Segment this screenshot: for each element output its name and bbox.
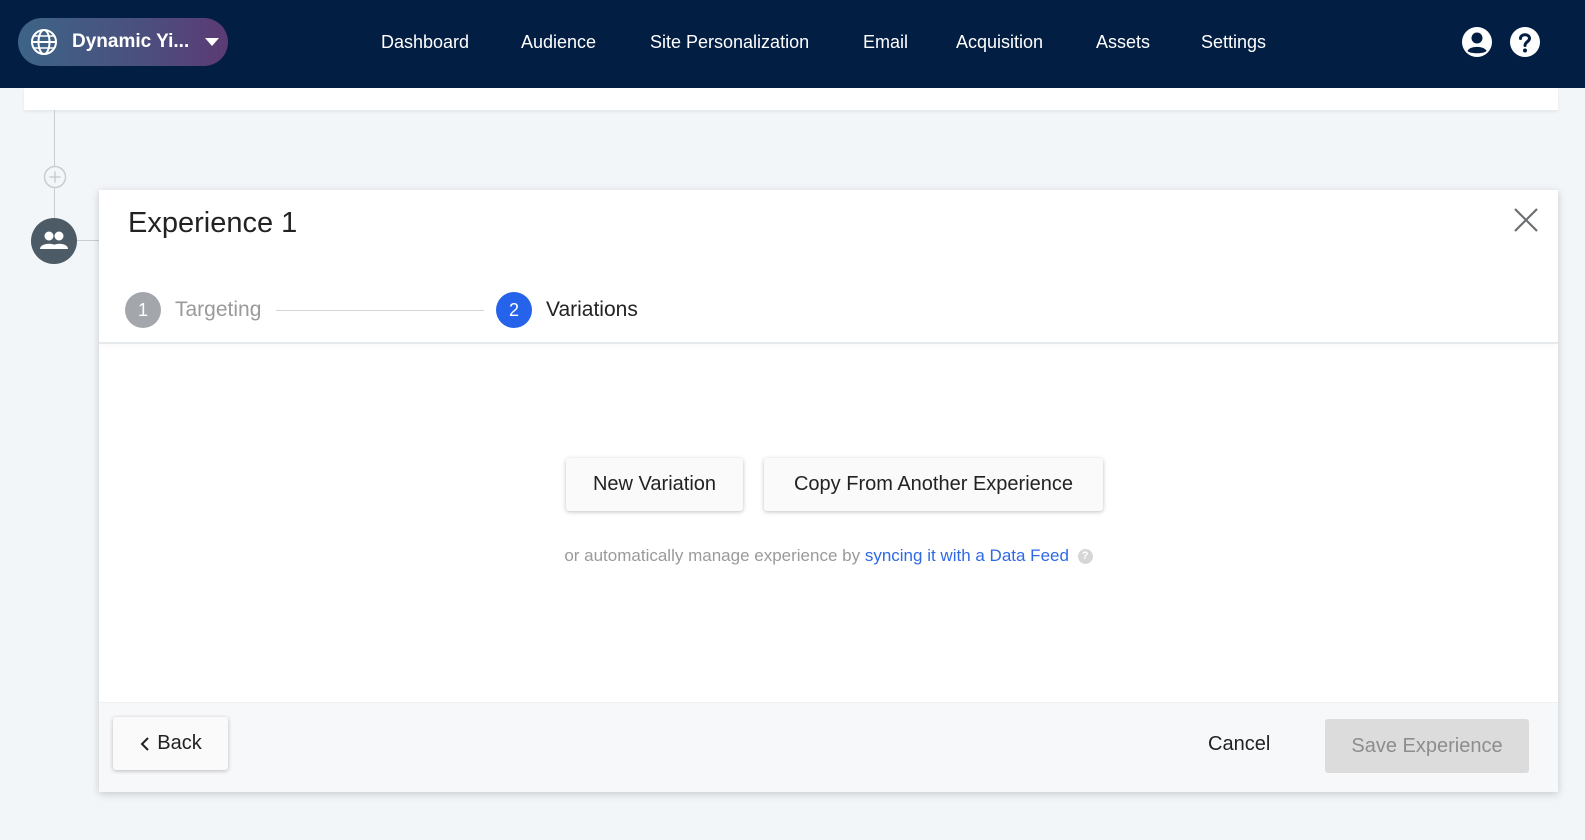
site-name: Dynamic Yi... [72,31,190,52]
nav-audience[interactable]: Audience [521,32,596,53]
back-button[interactable]: Back [113,717,228,770]
copy-from-experience-button[interactable]: Copy From Another Experience [764,458,1103,511]
nav-dashboard[interactable]: Dashboard [381,32,469,53]
save-experience-button[interactable]: Save Experience [1325,719,1529,773]
modal-title: Experience 1 [128,207,298,239]
nav-acquisition[interactable]: Acquisition [956,32,1043,53]
nav-site-personalization[interactable]: Site Personalization [650,32,809,53]
step-2-label[interactable]: Variations [546,298,638,322]
help-icon[interactable] [1509,26,1541,58]
step-connector [276,310,484,311]
step-2-circle[interactable]: 2 [496,292,532,328]
plus-circle-icon[interactable] [43,165,67,189]
helper-text: or automatically manage experience by [564,546,861,565]
close-icon[interactable] [1512,206,1540,234]
site-selector[interactable]: Dynamic Yi... [18,18,228,66]
nav-settings[interactable]: Settings [1201,32,1266,53]
nav-assets[interactable]: Assets [1096,32,1150,53]
chevron-left-icon [140,736,149,751]
background-card [24,88,1558,110]
globe-icon [31,29,57,55]
back-button-label: Back [157,732,202,754]
top-navigation-bar: Dynamic Yi... Dashboard Audience Site Pe… [0,0,1585,88]
stepper: 1 Targeting 2 Variations [125,292,725,328]
question-icon[interactable]: ? [1077,549,1093,565]
data-feed-helper: or automatically manage experience by sy… [99,546,1558,566]
users-icon [40,231,68,249]
cancel-button[interactable]: Cancel [1208,733,1270,756]
experience-modal: Experience 1 1 Targeting 2 Variations Ne… [99,190,1558,792]
chevron-down-icon [205,38,220,46]
modal-footer: Back Cancel Save Experience [99,702,1558,792]
step-1-label[interactable]: Targeting [175,298,261,322]
nav-email[interactable]: Email [863,32,908,53]
new-variation-button[interactable]: New Variation [566,458,743,511]
data-feed-link[interactable]: syncing it with a Data Feed [865,546,1069,565]
flow-connector-line [75,240,99,241]
divider [99,342,1558,344]
user-account-icon[interactable] [1461,26,1493,58]
step-1-circle[interactable]: 1 [125,292,161,328]
audience-node[interactable] [31,218,77,264]
